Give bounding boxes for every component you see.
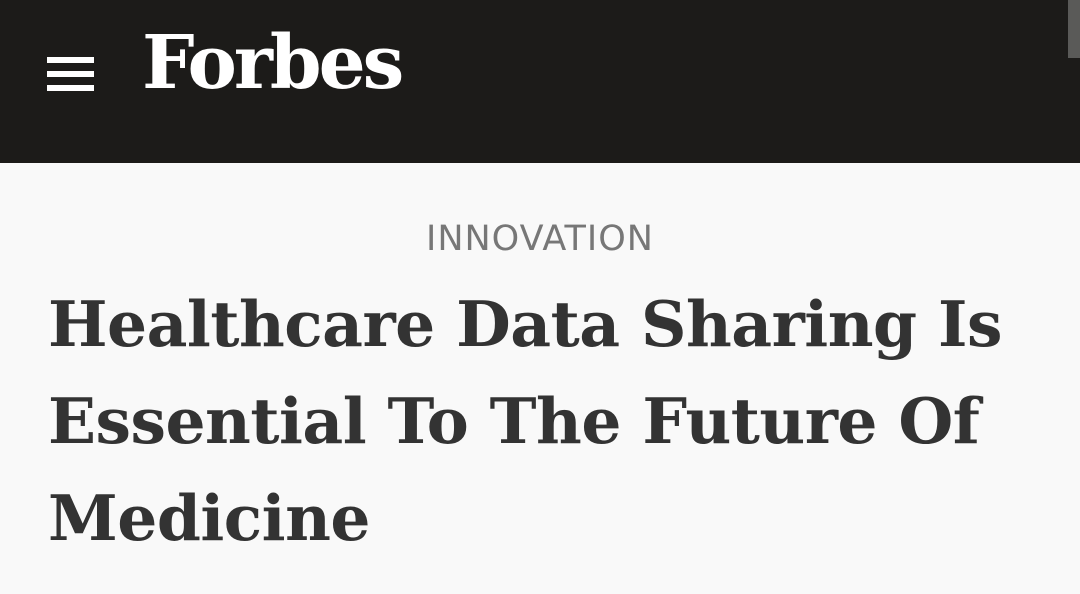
scrollbar-thumb[interactable]	[1068, 0, 1080, 58]
site-header: Forbes	[0, 0, 1080, 163]
forbes-logo[interactable]: Forbes	[142, 26, 404, 100]
hamburger-menu-icon[interactable]	[47, 55, 95, 95]
section-label[interactable]: INNOVATION	[0, 222, 1080, 257]
article-title: Healthcare Data Sharing Is Essential To …	[48, 287, 1002, 555]
